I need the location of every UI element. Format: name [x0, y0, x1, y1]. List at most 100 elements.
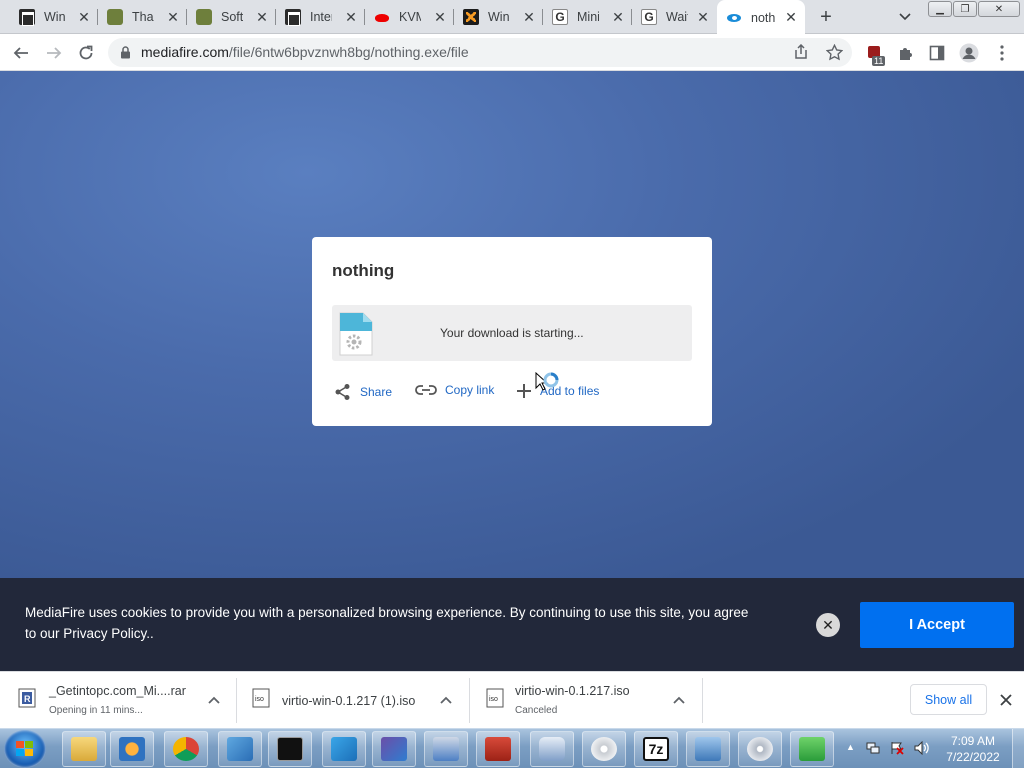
close-tab-icon[interactable]: ✕	[430, 7, 450, 27]
tool-favicon-icon	[196, 9, 212, 25]
media-player-icon[interactable]	[110, 731, 154, 767]
reload-button[interactable]	[74, 41, 98, 65]
volume-icon[interactable]	[914, 740, 929, 756]
start-button[interactable]	[4, 730, 46, 768]
download-filename: _Getintopc.com_Mi....rar	[49, 684, 186, 698]
toolbox-icon[interactable]	[476, 731, 520, 767]
remote-desktop-icon[interactable]	[322, 731, 366, 767]
download-status: Opening in 11 mins...	[49, 705, 143, 716]
building-favicon-icon	[19, 9, 35, 26]
bookmark-star-icon[interactable]	[822, 40, 846, 64]
tab-9-active[interactable]: noth ✕	[717, 0, 805, 35]
extensions-puzzle-icon[interactable]	[894, 41, 918, 65]
close-tab-icon[interactable]: ✕	[252, 7, 272, 27]
page-content: nothing Your download is starting... Sha…	[0, 71, 1024, 578]
disc-icon[interactable]	[582, 731, 626, 767]
tool-favicon-icon	[107, 9, 123, 25]
close-tab-icon[interactable]: ✕	[608, 7, 628, 27]
menu-kebab-icon[interactable]	[990, 41, 1014, 65]
tab-1[interactable]: Win ✕	[10, 0, 98, 34]
cookie-banner: MediaFire uses cookies to provide you wi…	[0, 578, 1024, 671]
tab-strip: Win ✕ Thar ✕ Softv ✕ Inter ✕ KVM ✕ Wind …	[0, 0, 1024, 35]
copy-link-button[interactable]: Copy link	[415, 383, 494, 397]
share-link[interactable]: Share	[334, 383, 392, 401]
tab-4[interactable]: Inter ✕	[276, 0, 365, 34]
virtualbox-icon[interactable]	[372, 731, 416, 767]
redhat-favicon-icon	[374, 9, 390, 25]
download-status-box: Your download is starting...	[332, 305, 692, 361]
tab-title: Softv	[221, 10, 243, 24]
tab-title: Wind	[488, 10, 510, 24]
show-hidden-icons-icon[interactable]: ▲	[846, 742, 860, 756]
close-window-button[interactable]: ✕	[978, 1, 1020, 17]
close-tab-icon[interactable]: ✕	[693, 7, 713, 27]
tab-7[interactable]: G Mini ✕	[543, 0, 632, 34]
profile-avatar-icon[interactable]	[957, 41, 981, 65]
building-favicon-icon	[285, 9, 301, 26]
tab-search-chevron-icon[interactable]	[894, 6, 916, 28]
drive-icon[interactable]	[530, 731, 574, 767]
download-filename: virtio-win-0.1.217 (1).iso	[282, 694, 416, 708]
network-tray-icon[interactable]	[866, 741, 880, 755]
download-item-3[interactable]: iso virtio-win-0.1.217.iso Canceled	[486, 672, 696, 729]
side-panel-icon[interactable]	[925, 41, 949, 65]
tab-3[interactable]: Softv ✕	[187, 0, 276, 34]
accept-cookies-button[interactable]: I Accept	[860, 602, 1014, 648]
explorer-icon[interactable]	[62, 731, 106, 767]
computer-network-icon[interactable]	[686, 731, 730, 767]
extension-badge-icon[interactable]: 11	[863, 41, 887, 66]
windows-taskbar: 7z ▲ 7:09 AM 7/22/2022	[0, 728, 1024, 768]
control-panel-icon[interactable]	[218, 731, 262, 767]
network-icon[interactable]	[424, 731, 468, 767]
clock-date: 7/22/2022	[946, 750, 1000, 764]
cookie-message: MediaFire uses cookies to provide you wi…	[25, 605, 749, 641]
tab-6[interactable]: Wind ✕	[454, 0, 543, 34]
chevron-up-icon[interactable]	[206, 693, 222, 709]
forward-button[interactable]	[42, 41, 66, 65]
back-button[interactable]	[9, 41, 33, 65]
tab-title: noth	[751, 10, 776, 25]
clock-time: 7:09 AM	[950, 734, 996, 748]
green-app-icon[interactable]	[790, 731, 834, 767]
download-card: nothing Your download is starting... Sha…	[312, 237, 712, 426]
chevron-up-icon[interactable]	[671, 693, 687, 709]
lock-icon[interactable]	[120, 46, 131, 62]
chrome-icon[interactable]	[164, 731, 208, 767]
close-tab-icon[interactable]: ✕	[781, 8, 801, 28]
close-tab-icon[interactable]: ✕	[74, 7, 94, 27]
close-tab-icon[interactable]: ✕	[519, 7, 539, 27]
download-shelf: R _Getintopc.com_Mi....rar Opening in 11…	[0, 671, 1024, 728]
show-desktop-button[interactable]	[1012, 729, 1024, 768]
show-all-downloads-button[interactable]: Show all	[910, 684, 987, 715]
tab-title: KVM	[399, 10, 421, 24]
close-tab-icon[interactable]: ✕	[341, 7, 361, 27]
tab-2[interactable]: Thar ✕	[98, 0, 187, 34]
browser-toolbar: mediafire.com/file/6ntw6bpvznwh8bg/nothi…	[0, 34, 1024, 71]
7zip-icon[interactable]: 7z	[634, 731, 678, 767]
tab-8[interactable]: G Wait ✕	[632, 0, 717, 34]
close-tab-icon[interactable]: ✕	[163, 7, 183, 27]
minimize-button[interactable]: ▁	[928, 1, 952, 17]
new-tab-button[interactable]: +	[814, 5, 838, 29]
link-icon	[415, 385, 437, 395]
iso-file-icon: iso	[252, 688, 270, 708]
download-item-2[interactable]: iso virtio-win-0.1.217 (1).iso	[252, 672, 462, 729]
download-item-1[interactable]: R _Getintopc.com_Mi....rar Opening in 11…	[18, 672, 228, 729]
address-bar[interactable]: mediafire.com/file/6ntw6bpvznwh8bg/nothi…	[108, 38, 852, 67]
copy-link-label: Copy link	[445, 383, 495, 397]
tab-title: Wait	[666, 10, 688, 24]
action-center-flag-icon[interactable]	[890, 741, 904, 755]
x-favicon-icon	[463, 9, 479, 25]
close-shelf-icon[interactable]	[996, 690, 1016, 710]
cookie-close-button[interactable]: ✕	[816, 613, 840, 637]
share-page-icon[interactable]	[789, 40, 813, 64]
tab-5[interactable]: KVM ✕	[365, 0, 454, 34]
system-clock[interactable]: 7:09 AM 7/22/2022	[940, 733, 1006, 765]
share-icon	[335, 384, 350, 400]
url-text[interactable]: mediafire.com/file/6ntw6bpvznwh8bg/nothi…	[141, 44, 469, 60]
chevron-up-icon[interactable]	[438, 693, 454, 709]
restore-button[interactable]: ❐	[953, 1, 977, 17]
cmd-icon[interactable]	[268, 731, 312, 767]
cd-rom-icon[interactable]	[738, 731, 782, 767]
download-status-text: Your download is starting...	[440, 326, 584, 340]
